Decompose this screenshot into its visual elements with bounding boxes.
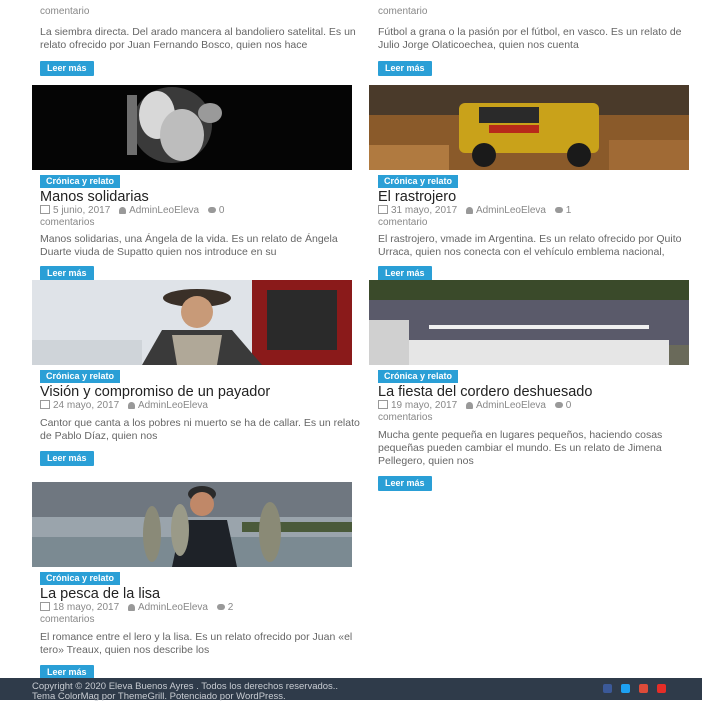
read-more-button[interactable]: Leer más (40, 451, 94, 466)
category-badge[interactable]: Crónica y relato (40, 370, 121, 383)
post-card-top-left: comentario La siembra directa. Del arado… (40, 6, 360, 76)
read-more-button[interactable]: Leer más (40, 266, 94, 281)
post-meta: 5 junio, 2017 AdminLeoEleva 0 comentario… (40, 205, 360, 229)
post-comment-word[interactable]: comentario (378, 217, 698, 229)
post-comment-count[interactable]: 2 (228, 602, 234, 613)
google-plus-icon[interactable] (639, 684, 648, 693)
post-card-el-rastrojero: Crónica y relato El rastrojero 31 mayo, … (378, 171, 698, 281)
post-author[interactable]: AdminLeoEleva (138, 602, 208, 613)
post-comment-count[interactable]: 0 (566, 400, 572, 411)
post-thumbnail-fiesta-cordero[interactable] (369, 280, 689, 365)
post-author[interactable]: AdminLeoEleva (476, 205, 546, 216)
post-author[interactable]: AdminLeoEleva (129, 205, 199, 216)
post-date[interactable]: 5 junio, 2017 (53, 205, 110, 216)
footer-credits-line[interactable]: Tema ColorMag por ThemeGrill. Potenciado… (32, 692, 338, 702)
post-comment-word[interactable]: comentarios (378, 412, 698, 424)
thumbnail-image (32, 280, 352, 365)
post-comment-word[interactable]: comentarios (40, 614, 360, 626)
post-title[interactable]: Visión y compromiso de un payador (40, 385, 290, 400)
post-meta: 19 mayo, 2017 AdminLeoEleva 0 comentario… (378, 400, 698, 424)
post-meta-tail: comentario (378, 6, 428, 17)
post-card-fiesta-cordero: Crónica y relato La fiesta del cordero d… (378, 366, 698, 491)
calendar-icon (40, 400, 50, 409)
post-title[interactable]: La pesca de la lisa (40, 587, 360, 602)
read-more-button[interactable]: Leer más (40, 61, 94, 76)
facebook-icon[interactable] (603, 684, 612, 693)
post-card-vision-payador: Crónica y relato Visión y compromiso de … (40, 366, 360, 466)
calendar-icon (378, 400, 388, 409)
post-excerpt: Manos solidarias, una Ángela de la vida.… (40, 233, 338, 258)
twitter-icon[interactable] (621, 684, 630, 693)
thumbnail-image (32, 482, 352, 567)
user-icon (465, 402, 473, 409)
site-footer: Copyright © 2020 Eleva Buenos Ayres . To… (0, 678, 702, 702)
read-more-button[interactable]: Leer más (378, 476, 432, 491)
post-card-top-right: comentario Fútbol a grana o la pasión po… (378, 6, 698, 76)
page: comentario La siembra directa. Del arado… (0, 0, 702, 702)
post-comment-word[interactable]: comentarios (40, 217, 360, 229)
post-thumbnail-manos-solidarias[interactable] (32, 85, 352, 170)
calendar-icon (40, 205, 50, 214)
comment-icon (554, 402, 563, 408)
post-comment-count[interactable]: 0 (219, 205, 225, 216)
thumbnail-image (369, 280, 689, 365)
post-card-manos-solidarias: Crónica y relato Manos solidarias 5 juni… (40, 171, 360, 281)
post-title[interactable]: Manos solidarias (40, 190, 360, 205)
category-badge[interactable]: Crónica y relato (378, 175, 459, 188)
user-icon (465, 207, 473, 214)
post-excerpt: El romance entre el lero y la lisa. Es u… (40, 631, 353, 656)
post-thumbnail-vision-payador[interactable] (32, 280, 352, 365)
calendar-icon (378, 205, 388, 214)
post-author[interactable]: AdminLeoEleva (138, 400, 208, 411)
category-badge[interactable]: Crónica y relato (378, 370, 459, 383)
user-icon (119, 207, 127, 214)
thumbnail-image (369, 85, 689, 170)
comment-icon (554, 207, 563, 213)
post-meta: 31 mayo, 2017 AdminLeoEleva 1 comentario (378, 205, 698, 229)
post-title[interactable]: El rastrojero (378, 190, 698, 205)
user-icon (127, 402, 135, 409)
post-meta: 24 mayo, 2017 AdminLeoEleva (40, 400, 360, 412)
post-excerpt: El rastrojero, vmade im Argentina. Es un… (378, 233, 682, 258)
category-badge[interactable]: Crónica y relato (40, 175, 121, 188)
post-title[interactable]: La fiesta del cordero deshuesado (378, 385, 698, 400)
post-author[interactable]: AdminLeoEleva (476, 400, 546, 411)
read-more-button[interactable]: Leer más (378, 61, 432, 76)
post-excerpt: Mucha gente pequeña en lugares pequeños,… (378, 429, 663, 467)
post-excerpt: Fútbol a grana o la pasión por el fútbol… (378, 26, 682, 51)
calendar-icon (40, 602, 50, 611)
post-date[interactable]: 24 mayo, 2017 (53, 400, 119, 411)
category-badge[interactable]: Crónica y relato (40, 572, 121, 585)
post-meta-tail: comentario (40, 6, 90, 17)
post-thumbnail-el-rastrojero[interactable] (369, 85, 689, 170)
post-card-pesca-lisa: Crónica y relato La pesca de la lisa 18 … (40, 568, 360, 680)
post-date[interactable]: 31 mayo, 2017 (391, 205, 457, 216)
youtube-icon[interactable] (657, 684, 666, 693)
post-meta: 18 mayo, 2017 AdminLeoEleva 2 comentario… (40, 602, 360, 626)
thumbnail-image (32, 85, 352, 170)
post-date[interactable]: 19 mayo, 2017 (391, 400, 457, 411)
comment-icon (216, 604, 225, 610)
read-more-button[interactable]: Leer más (378, 266, 432, 281)
post-excerpt: La siembra directa. Del arado mancera al… (40, 26, 356, 51)
post-excerpt: Cantor que canta a los pobres ni muerto … (40, 417, 360, 442)
footer-copyright: Copyright © 2020 Eleva Buenos Ayres . To… (32, 682, 338, 702)
post-thumbnail-pesca-lisa[interactable] (32, 482, 352, 567)
post-date[interactable]: 18 mayo, 2017 (53, 602, 119, 613)
user-icon (127, 604, 135, 611)
comment-icon (207, 207, 216, 213)
post-comment-count[interactable]: 1 (566, 205, 572, 216)
